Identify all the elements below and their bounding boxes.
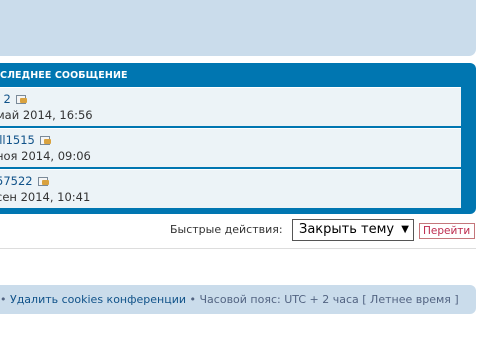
triangle-down-icon: ▼ [401,224,409,235]
go-button[interactable]: Перейти [419,223,475,239]
quick-actions-selected-value: Закрыть тему [299,222,395,237]
topic-row: 57522 сен 2014, 10:41 [0,169,461,208]
last-post-author[interactable]: 57522 [0,174,33,188]
footer-navbar: • Удалить cookies конференции • Часовой … [0,285,476,314]
bullet-separator: • [0,293,7,306]
dst-indicator: [ Летнее время ] [362,293,459,306]
column-header-last-post: СЛЕДНЕЕ СООБЩЕНИЕ [0,70,128,81]
view-latest-post-icon[interactable] [15,94,27,104]
topic-list-panel: СЛЕДНЕЕ СООБЩЕНИЕ : 2 май 2014, 16:56 ll… [0,63,476,214]
top-panel [0,0,476,56]
last-post-date: ноя 2014, 09:06 [0,149,91,163]
bullet-separator: • [189,293,197,306]
delete-cookies-link[interactable]: Удалить cookies конференции [10,293,186,306]
last-post-author[interactable]: : 2 [0,92,11,106]
timezone-text: Часовой пояс: UTC + 2 часа [199,293,359,306]
divider [0,248,476,249]
last-post-date: сен 2014, 10:41 [0,190,91,204]
topic-row: : 2 май 2014, 16:56 [0,87,461,126]
quick-actions-label: Быстрые действия: [170,223,283,236]
topic-row: lll1515 ноя 2014, 09:06 [0,128,461,167]
quick-actions-select[interactable]: Закрыть тему ▼ [292,219,414,241]
view-latest-post-icon[interactable] [39,135,51,145]
last-post-date: май 2014, 16:56 [0,108,93,122]
last-post-author[interactable]: lll1515 [0,133,35,147]
footer-links: • Удалить cookies конференции • Часовой … [0,293,459,306]
view-latest-post-icon[interactable] [37,176,49,186]
